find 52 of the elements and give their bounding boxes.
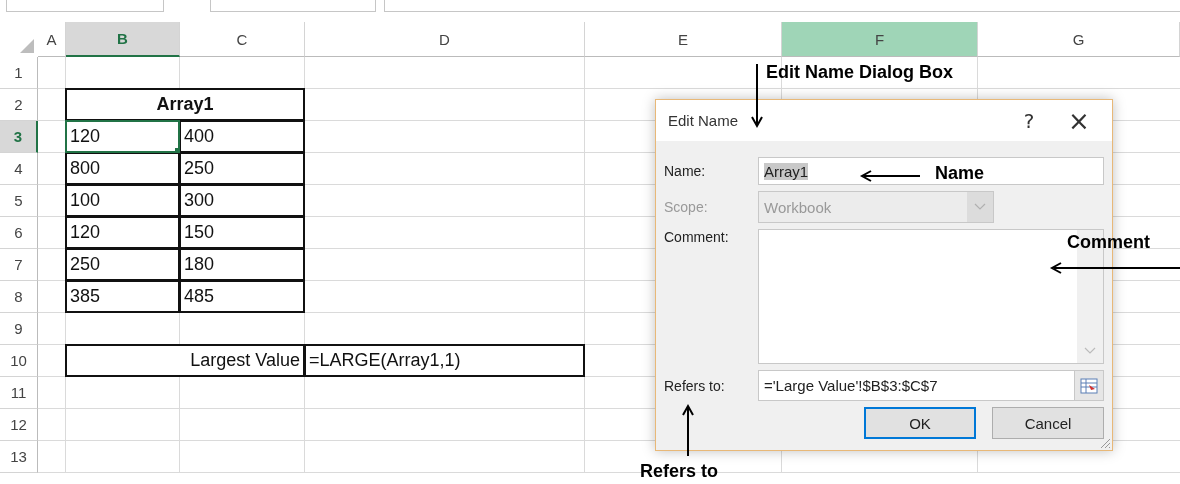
annotation-label: Name — [935, 163, 985, 184]
column-header[interactable]: F — [782, 22, 978, 57]
row-header[interactable]: 13 — [0, 441, 38, 473]
table-cell: 300 — [179, 184, 305, 217]
annotation-arrow — [751, 64, 763, 126]
chevron-down-icon — [967, 192, 993, 222]
table-cell: 400 — [179, 120, 305, 153]
formula-cell: =LARGE(Array1,1) — [304, 344, 585, 377]
row-header[interactable]: 4 — [0, 153, 38, 185]
table-cell: 100 — [65, 184, 180, 217]
name-label: Name: — [664, 163, 707, 179]
dialog-button[interactable]: OK — [864, 407, 976, 439]
table-cell: 180 — [179, 248, 305, 281]
range-select-icon[interactable] — [1074, 370, 1104, 401]
table-cell: 120 — [65, 216, 180, 249]
comment-label: Comment: — [664, 229, 730, 245]
column-header[interactable]: C — [180, 22, 305, 57]
resize-grip-icon[interactable] — [1099, 437, 1111, 449]
annotation-label: Comment — [1067, 232, 1150, 253]
annotation-arrow — [682, 406, 694, 456]
row-header[interactable]: 11 — [0, 377, 38, 409]
result-label-cell: Largest Value — [65, 344, 305, 377]
close-button[interactable]: × — [1054, 105, 1104, 136]
row-header[interactable]: 10 — [0, 345, 38, 377]
column-header[interactable]: G — [978, 22, 1180, 57]
table-cell: 385 — [65, 280, 180, 313]
row-header[interactable]: 12 — [0, 409, 38, 441]
select-all-triangle-icon[interactable] — [20, 39, 34, 53]
refers-to-label: Refers to: — [664, 377, 726, 394]
help-button[interactable]: ? — [1004, 108, 1054, 133]
table-cell: 150 — [179, 216, 305, 249]
column-header[interactable]: B — [66, 22, 180, 57]
table-cell: 250 — [65, 248, 180, 281]
row-header[interactable]: 9 — [0, 313, 38, 345]
dialog-title: Edit Name — [668, 112, 740, 129]
table-cell: 250 — [179, 152, 305, 185]
row-header[interactable]: 5 — [0, 185, 38, 217]
dialog-button[interactable]: Cancel — [992, 407, 1104, 439]
column-header[interactable]: D — [305, 22, 585, 57]
annotation-label: Edit Name Dialog Box — [766, 62, 954, 83]
row-header[interactable]: 8 — [0, 281, 38, 313]
annotation-label: Refers to — [640, 461, 719, 482]
table-cell: 485 — [179, 280, 305, 313]
scope-label: Scope: — [664, 199, 709, 215]
table-cell: 120 — [65, 120, 180, 153]
row-header[interactable]: 1 — [0, 57, 38, 89]
row-header[interactable]: 6 — [0, 217, 38, 249]
row-header[interactable]: 7 — [0, 249, 38, 281]
table-title-cell: Array1 — [65, 88, 305, 121]
annotation-arrow — [862, 170, 920, 182]
row-header[interactable]: 3 — [0, 121, 38, 153]
refers-to-field[interactable]: ='Large Value'!$B$3:$C$7 — [758, 370, 1075, 401]
